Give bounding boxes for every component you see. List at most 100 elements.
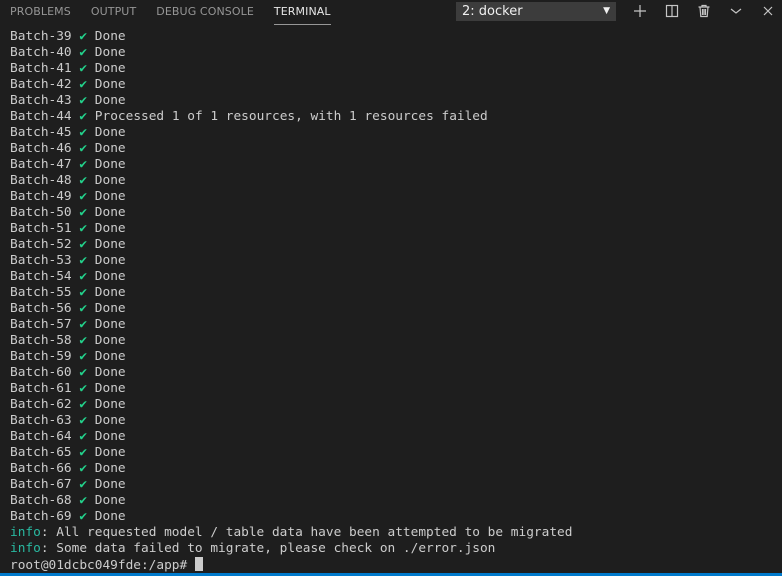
trash-icon <box>698 4 710 18</box>
batch-name: Batch-42 <box>10 77 72 92</box>
batch-name: Batch-59 <box>10 349 72 364</box>
batch-name: Batch-46 <box>10 141 72 156</box>
tab-output[interactable]: OUTPUT <box>91 0 136 25</box>
checkmark-icon: ✔ <box>79 381 88 396</box>
terminal-line: Batch-49 ✔ Done <box>10 189 782 205</box>
batch-name: Batch-56 <box>10 301 72 316</box>
close-icon <box>763 6 773 16</box>
maximize-panel-button[interactable] <box>720 0 752 22</box>
terminal-line: Batch-40 ✔ Done <box>10 45 782 61</box>
batch-status: Done <box>94 493 126 508</box>
dropdown-caret-icon: ▼ <box>603 6 610 16</box>
batch-name: Batch-52 <box>10 237 72 252</box>
batch-status: Done <box>94 413 126 428</box>
split-terminal-button[interactable] <box>656 0 688 22</box>
checkmark-icon: ✔ <box>79 253 88 268</box>
checkmark-icon: ✔ <box>79 445 88 460</box>
checkmark-icon: ✔ <box>79 429 88 444</box>
batch-name: Batch-60 <box>10 365 72 380</box>
checkmark-icon: ✔ <box>79 61 88 76</box>
terminal-line: Batch-63 ✔ Done <box>10 413 782 429</box>
close-panel-button[interactable] <box>752 0 782 22</box>
batch-name: Batch-40 <box>10 45 72 60</box>
terminal-line: Batch-45 ✔ Done <box>10 125 782 141</box>
terminal-line: Batch-57 ✔ Done <box>10 317 782 333</box>
batch-status: Done <box>94 429 126 444</box>
checkmark-icon: ✔ <box>79 141 88 156</box>
checkmark-icon: ✔ <box>79 173 88 188</box>
batch-status: Done <box>94 397 126 412</box>
batch-name: Batch-54 <box>10 269 72 284</box>
new-terminal-button[interactable] <box>624 0 656 22</box>
batch-status: Done <box>94 189 126 204</box>
terminal-line: Batch-44 ✔ Processed 1 of 1 resources, w… <box>10 109 782 125</box>
terminal-line: Batch-46 ✔ Done <box>10 141 782 157</box>
checkmark-icon: ✔ <box>79 301 88 316</box>
batch-name: Batch-65 <box>10 445 72 460</box>
batch-name: Batch-48 <box>10 173 72 188</box>
checkmark-icon: ✔ <box>79 157 88 172</box>
batch-name: Batch-58 <box>10 333 72 348</box>
checkmark-icon: ✔ <box>79 509 88 524</box>
terminal-selector[interactable]: 2: docker ▼ <box>456 2 616 21</box>
terminal-line: Batch-41 ✔ Done <box>10 61 782 77</box>
chevron-down-icon <box>730 8 742 14</box>
batch-status: Done <box>94 125 126 140</box>
batch-status: Done <box>94 269 126 284</box>
terminal-line: Batch-58 ✔ Done <box>10 333 782 349</box>
batch-name: Batch-55 <box>10 285 72 300</box>
checkmark-icon: ✔ <box>79 125 88 140</box>
batch-status: Done <box>94 285 126 300</box>
checkmark-icon: ✔ <box>79 93 88 108</box>
checkmark-icon: ✔ <box>79 493 88 508</box>
terminal-line: Batch-52 ✔ Done <box>10 237 782 253</box>
batch-name: Batch-53 <box>10 253 72 268</box>
batch-name: Batch-49 <box>10 189 72 204</box>
terminal-line: Batch-62 ✔ Done <box>10 397 782 413</box>
terminal-line: Batch-65 ✔ Done <box>10 445 782 461</box>
split-icon <box>665 4 679 18</box>
batch-name: Batch-68 <box>10 493 72 508</box>
batch-status: Done <box>94 509 126 524</box>
terminal-output[interactable]: Batch-39 ✔ Done Batch-40 ✔ Done Batch-41 ✔… <box>10 29 782 573</box>
checkmark-icon: ✔ <box>79 365 88 380</box>
checkmark-icon: ✔ <box>79 477 88 492</box>
terminal-selector-value: 2: docker <box>462 4 523 19</box>
checkmark-icon: ✔ <box>79 461 88 476</box>
info-line: info: All requested model / table data h… <box>10 525 782 541</box>
checkmark-icon: ✔ <box>79 349 88 364</box>
batch-name: Batch-44 <box>10 109 72 124</box>
checkmark-icon: ✔ <box>79 413 88 428</box>
batch-name: Batch-66 <box>10 461 72 476</box>
kill-terminal-button[interactable] <box>688 0 720 22</box>
batch-name: Batch-63 <box>10 413 72 428</box>
terminal-line: Batch-55 ✔ Done <box>10 285 782 301</box>
terminal-line: Batch-51 ✔ Done <box>10 221 782 237</box>
checkmark-icon: ✔ <box>79 333 88 348</box>
prompt-line[interactable]: root@01dcbc049fde:/app# <box>10 557 782 573</box>
checkmark-icon: ✔ <box>79 317 88 332</box>
batch-name: Batch-57 <box>10 317 72 332</box>
tab-debug-console[interactable]: DEBUG CONSOLE <box>156 0 254 25</box>
batch-name: Batch-62 <box>10 397 72 412</box>
checkmark-icon: ✔ <box>79 29 88 44</box>
terminal-line: Batch-64 ✔ Done <box>10 429 782 445</box>
terminal-line: Batch-67 ✔ Done <box>10 477 782 493</box>
terminal-line: Batch-56 ✔ Done <box>10 301 782 317</box>
batch-name: Batch-39 <box>10 29 72 44</box>
plus-icon <box>634 5 646 17</box>
batch-name: Batch-64 <box>10 429 72 444</box>
batch-status: Done <box>94 349 126 364</box>
terminal-line: Batch-53 ✔ Done <box>10 253 782 269</box>
tab-terminal[interactable]: TERMINAL <box>273 0 331 25</box>
terminal-line: Batch-59 ✔ Done <box>10 349 782 365</box>
terminal-line: Batch-39 ✔ Done <box>10 29 782 45</box>
batch-name: Batch-50 <box>10 205 72 220</box>
batch-status: Done <box>94 253 126 268</box>
batch-status: Done <box>94 317 126 332</box>
batch-status: Done <box>94 333 126 348</box>
panel-actions <box>624 0 782 24</box>
log-message: : Some data failed to migrate, please ch… <box>40 541 496 556</box>
log-message: : All requested model / table data have … <box>40 525 573 540</box>
tab-problems[interactable]: PROBLEMS <box>10 0 71 25</box>
